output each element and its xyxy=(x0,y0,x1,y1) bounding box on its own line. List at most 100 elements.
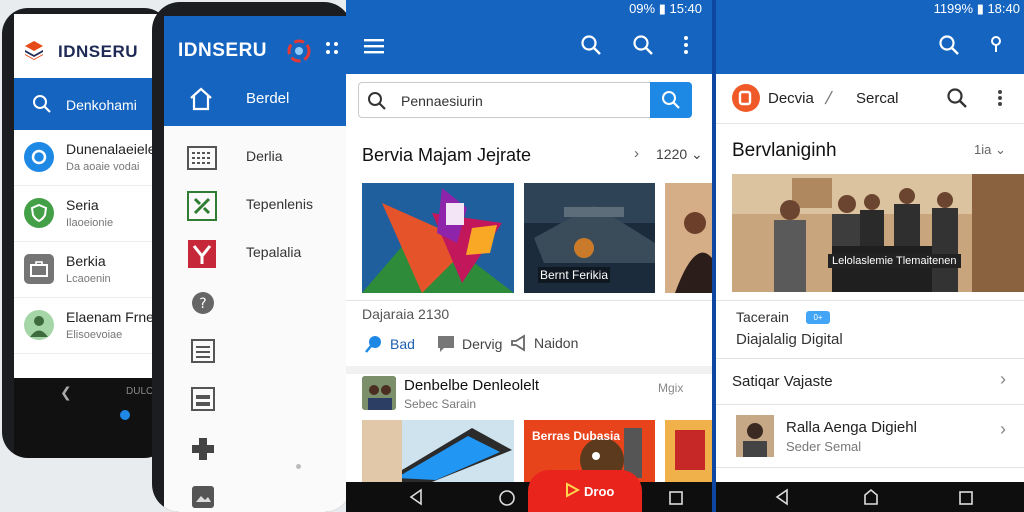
search-input[interactable]: Denkohami xyxy=(66,97,137,113)
settings-dots-icon[interactable] xyxy=(322,38,342,64)
tools-icon xyxy=(187,191,217,221)
drawer-item-label: Derlia xyxy=(246,148,283,164)
news-title[interactable]: Denbelbe Denleolelt xyxy=(404,377,539,394)
search-bar[interactable]: Denkohami xyxy=(14,78,170,130)
home-dot-icon[interactable] xyxy=(120,410,130,420)
navigation-bar: ❮ DULO xyxy=(14,378,170,458)
search-icon[interactable] xyxy=(580,34,602,56)
more-vert-icon[interactable] xyxy=(682,34,690,56)
news-avatar xyxy=(362,376,396,410)
briefcase-icon xyxy=(24,254,54,284)
detail-screen: 1199% ▮ 18:40 Decvia / Sercal Bervlanigi… xyxy=(712,0,1024,512)
section-count-dropdown[interactable]: 1220 ⌄ xyxy=(656,146,703,163)
status-bar: 09% ▮ 15:40 xyxy=(346,0,712,20)
search-icon xyxy=(662,91,680,109)
person-icon xyxy=(24,310,54,340)
play-icon xyxy=(566,482,580,498)
image-icon[interactable] xyxy=(190,484,216,510)
calendar-icon[interactable] xyxy=(190,386,216,412)
status-badge: 0+ xyxy=(806,311,830,324)
more-vert-icon[interactable] xyxy=(996,88,1004,108)
phone-drawer: IDNSERU Berdel Derlia Tepenlenis Tepalal… xyxy=(152,2,352,512)
news-thumbnail[interactable]: Bernt Ferikia xyxy=(524,183,655,293)
list-item-title: Elaenam Frner xyxy=(66,309,159,325)
phone-left: IDNSERU Denkohami Dunenalaeieleer Da aoa… xyxy=(2,8,170,458)
scroll-indicator xyxy=(296,464,301,469)
row-label: Satiqar Vajaste xyxy=(732,373,833,390)
home-icon[interactable] xyxy=(862,488,880,506)
plus-icon[interactable] xyxy=(190,436,216,462)
back-icon[interactable] xyxy=(774,488,790,506)
filter-chip[interactable]: Naidon xyxy=(510,334,578,352)
drawer-brand: IDNSERU xyxy=(178,40,268,61)
app-bar xyxy=(716,20,1024,74)
section-count: 1220 xyxy=(656,146,688,162)
divider xyxy=(716,467,1024,468)
drawer-item-derlia[interactable]: Derlia xyxy=(164,134,352,182)
search-input[interactable]: Pennaesiurin xyxy=(401,93,483,109)
category-tag: Tacerain xyxy=(736,309,789,325)
title-meta-dropdown[interactable]: 1ia ⌄ xyxy=(974,142,1006,158)
brand-name[interactable]: Decvia xyxy=(768,90,814,107)
navigation-bar xyxy=(716,482,1024,512)
shield-icon xyxy=(24,198,54,228)
news-thumbnail[interactable] xyxy=(665,183,712,293)
thumbnail-art xyxy=(665,183,712,293)
main-screen: 09% ▮ 15:40 Pennaesiurin Bervia Majam Je… xyxy=(346,0,712,512)
divider xyxy=(716,300,1024,301)
list-item[interactable]: Berkia Lcaoenin xyxy=(14,242,170,298)
home-icon[interactable] xyxy=(498,489,516,507)
news-thumbnail[interactable] xyxy=(362,420,514,482)
hero-image[interactable]: Lelolaslemie Tlemaitenen xyxy=(732,174,1024,292)
back-icon[interactable]: ❮ xyxy=(60,384,72,401)
filter-chip[interactable]: Bad xyxy=(364,334,415,354)
menu-icon[interactable] xyxy=(364,37,384,55)
news-thumbnail[interactable] xyxy=(362,183,514,293)
list-item[interactable]: Seria Ilaoeionie xyxy=(14,186,170,242)
list-icon[interactable] xyxy=(190,338,216,364)
arrow-right-icon[interactable]: › xyxy=(634,145,639,162)
list-item-title: Seria xyxy=(66,197,99,213)
search-icon[interactable] xyxy=(946,87,968,109)
help-icon[interactable]: ? xyxy=(190,290,216,316)
list-item[interactable]: Elaenam Frner Elisoevoiae xyxy=(14,298,170,354)
search-button[interactable] xyxy=(650,82,692,118)
brand-logo-icon xyxy=(732,84,760,112)
app-header: IDNSERU xyxy=(14,14,170,78)
news-meta: Mgix xyxy=(658,381,684,395)
pin-icon xyxy=(365,336,381,353)
drawer-item-home[interactable]: Berdel xyxy=(246,90,289,107)
tab-sercal[interactable]: Sercal xyxy=(856,90,899,107)
search-icon[interactable] xyxy=(632,34,654,56)
recent-apps-icon[interactable] xyxy=(668,490,684,506)
news-thumbnail[interactable] xyxy=(665,420,712,482)
search-icon xyxy=(33,95,51,113)
phone-left-screen: IDNSERU Denkohami Dunenalaeieleer Da aoa… xyxy=(14,14,170,458)
search-icon[interactable] xyxy=(938,34,960,56)
list-row[interactable]: Satiqar Vajaste › xyxy=(716,359,1024,403)
list-item-subtitle: Lcaoenin xyxy=(66,273,111,285)
megaphone-icon xyxy=(511,334,525,352)
page-title: Bervlaniginh xyxy=(732,140,837,161)
location-pin-icon[interactable] xyxy=(990,34,1002,56)
filter-chip[interactable]: Dervig xyxy=(436,334,502,354)
list-item-title: Berkia xyxy=(66,253,106,269)
press-conference-art xyxy=(732,174,1024,292)
recent-apps-icon[interactable] xyxy=(958,490,974,506)
fab-label: Droo xyxy=(584,484,615,499)
separator-icon: / xyxy=(823,88,834,108)
drawer-item-tepenlenis[interactable]: Tepenlenis xyxy=(164,182,352,230)
list-row[interactable]: Ralla Aenga Digiehl Seder Semal › xyxy=(716,405,1024,467)
back-icon[interactable] xyxy=(408,488,424,506)
section-separator xyxy=(346,366,712,374)
play-action-button[interactable]: Droo xyxy=(528,470,642,512)
search-icon xyxy=(368,92,386,110)
chip-label: Bad xyxy=(390,336,415,352)
hero-caption: Lelolaslemie Tlemaitenen xyxy=(828,254,961,268)
thumbnail-label: Bernt Ferikia xyxy=(538,267,611,283)
app-bar xyxy=(346,20,712,74)
search-field[interactable]: Pennaesiurin xyxy=(358,82,692,118)
list-item[interactable]: Dunenalaeieleer Da aoaie vodai xyxy=(14,130,170,186)
drawer-item-label: Tepenlenis xyxy=(246,196,313,212)
drawer-item-tepalalia[interactable]: Tepalalia xyxy=(164,230,352,278)
